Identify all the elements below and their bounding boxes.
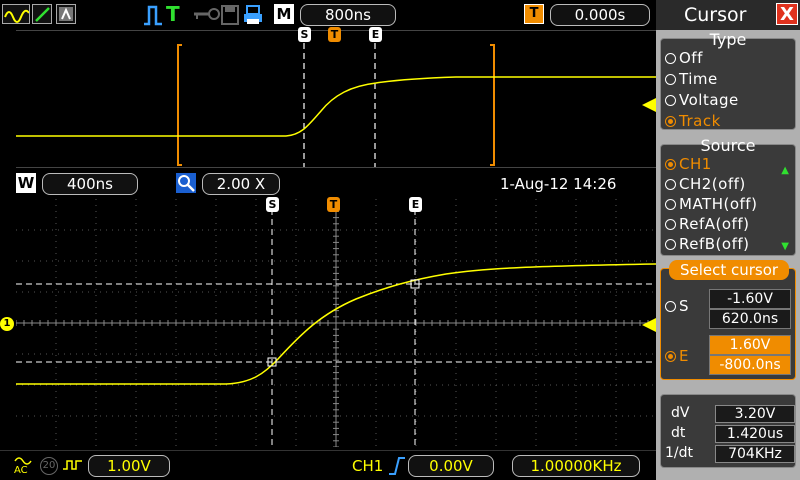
overview-level-marker <box>642 97 656 116</box>
window-timebase[interactable]: 400ns <box>42 173 138 195</box>
type-title: Type <box>709 30 747 49</box>
line-draw-icon[interactable] <box>32 4 52 24</box>
dv-value: 3.20V <box>715 405 795 423</box>
s-cursor-marker[interactable]: S <box>266 197 279 212</box>
radio-icon <box>665 95 676 106</box>
delta-readout-group: dV 3.20V dt 1.420us 1/dt 704KHz <box>660 394 796 468</box>
volts-per-div[interactable]: 1.00V <box>88 455 170 477</box>
radio-icon <box>665 239 676 250</box>
date-time: 1-Aug-12 14:26 <box>500 175 617 193</box>
radio-icon <box>665 53 676 64</box>
source-option-math[interactable]: MATH(off) <box>665 195 757 213</box>
key-icon <box>192 4 220 28</box>
dt-label: dt <box>671 425 686 441</box>
persist-icon[interactable] <box>56 4 76 24</box>
scroll-down-icon[interactable]: ▼ <box>781 241 789 252</box>
trigger-source: CH1 <box>352 457 384 475</box>
type-group: Type Off Time Voltage Track <box>660 30 796 130</box>
type-option-voltage[interactable]: Voltage <box>665 91 739 109</box>
source-option-ch1[interactable]: CH1 <box>665 155 712 173</box>
timebase-value[interactable]: 800ns <box>300 4 396 26</box>
e-time-value: -800.0ns <box>709 355 791 375</box>
cursor-menu-panel: Cursor X Type Off Time Voltage Track Sou… <box>656 0 800 480</box>
radio-selected-icon <box>665 116 676 127</box>
radio-icon <box>665 301 676 312</box>
dv-label: dV <box>671 405 690 421</box>
source-title: Source <box>700 136 756 155</box>
close-button[interactable]: X <box>776 3 798 25</box>
e-voltage-value: 1.60V <box>709 335 791 355</box>
radio-selected-icon <box>665 351 676 362</box>
inv-dt-value: 704KHz <box>715 445 795 463</box>
type-option-time[interactable]: Time <box>665 70 718 88</box>
top-status-bar: T M 800ns T 0.000s <box>0 0 656 30</box>
select-cursor-group: Select cursor S -1.60V 620.0ns E 1.60V -… <box>660 260 796 380</box>
bw-limit-icon: 20 <box>40 457 58 475</box>
bottom-status-bar: AC 20 1.00V CH1 0.00V 1.00000KHz <box>0 450 656 480</box>
source-option-ch2[interactable]: CH2(off) <box>665 175 746 193</box>
overview-s-marker: S <box>298 27 311 42</box>
type-option-track[interactable]: Track <box>665 112 721 130</box>
scroll-up-icon[interactable]: ▲ <box>781 165 789 176</box>
overview-window: S T E <box>16 27 656 168</box>
ac-coupling-icon: AC <box>14 455 34 477</box>
type-option-off[interactable]: Off <box>665 49 703 67</box>
trigger-position-marker: T <box>327 197 340 212</box>
inv-dt-label: 1/dt <box>665 445 693 461</box>
main-timebase-tag: M <box>274 4 294 24</box>
rising-edge-icon <box>388 456 406 480</box>
source-option-refb[interactable]: RefB(off) <box>665 235 750 253</box>
source-group: Source CH1 CH2(off) MATH(off) RefA(off) … <box>660 136 796 256</box>
waveform-icon[interactable] <box>2 4 30 24</box>
radio-icon <box>665 179 676 190</box>
window-status-bar: W 400ns 2.00 X 1-Aug-12 14:26 <box>0 170 656 198</box>
radio-icon <box>665 199 676 210</box>
trigger-status-icon: T <box>166 2 180 26</box>
radio-icon <box>665 219 676 230</box>
s-time-value: 620.0ns <box>709 309 791 329</box>
overview-trace <box>16 43 656 167</box>
cursor-s-option[interactable]: S <box>665 297 689 315</box>
frequency-counter: 1.00000KHz <box>512 455 640 477</box>
ch1-ground-marker[interactable]: 1 <box>0 317 14 331</box>
invert-icon <box>62 457 84 479</box>
main-waveform-grid[interactable]: S T E <box>15 197 657 448</box>
select-cursor-title: Select cursor <box>669 260 789 280</box>
overview-e-marker: E <box>369 27 382 42</box>
run-mode-icon[interactable] <box>142 4 164 30</box>
e-cursor-marker[interactable]: E <box>409 197 422 212</box>
overview-t-marker: T <box>328 27 341 42</box>
trigger-delay-value[interactable]: 0.000s <box>550 4 650 26</box>
dt-value: 1.420us <box>715 425 795 443</box>
trigger-level-marker <box>642 317 656 336</box>
window-tag: W <box>16 173 36 193</box>
source-option-refa[interactable]: RefA(off) <box>665 215 749 233</box>
waveform-display <box>15 198 657 448</box>
cursor-e-option[interactable]: E <box>665 347 689 365</box>
print-icon[interactable] <box>242 4 264 30</box>
s-voltage-value: -1.60V <box>709 289 791 309</box>
save-icon[interactable] <box>220 4 240 30</box>
zoom-factor[interactable]: 2.00 X <box>202 173 280 195</box>
radio-icon <box>665 74 676 85</box>
zoom-icon[interactable] <box>176 173 196 193</box>
radio-selected-icon <box>665 159 676 170</box>
trigger-delay-tag: T <box>524 4 544 24</box>
trigger-level[interactable]: 0.00V <box>408 455 494 477</box>
